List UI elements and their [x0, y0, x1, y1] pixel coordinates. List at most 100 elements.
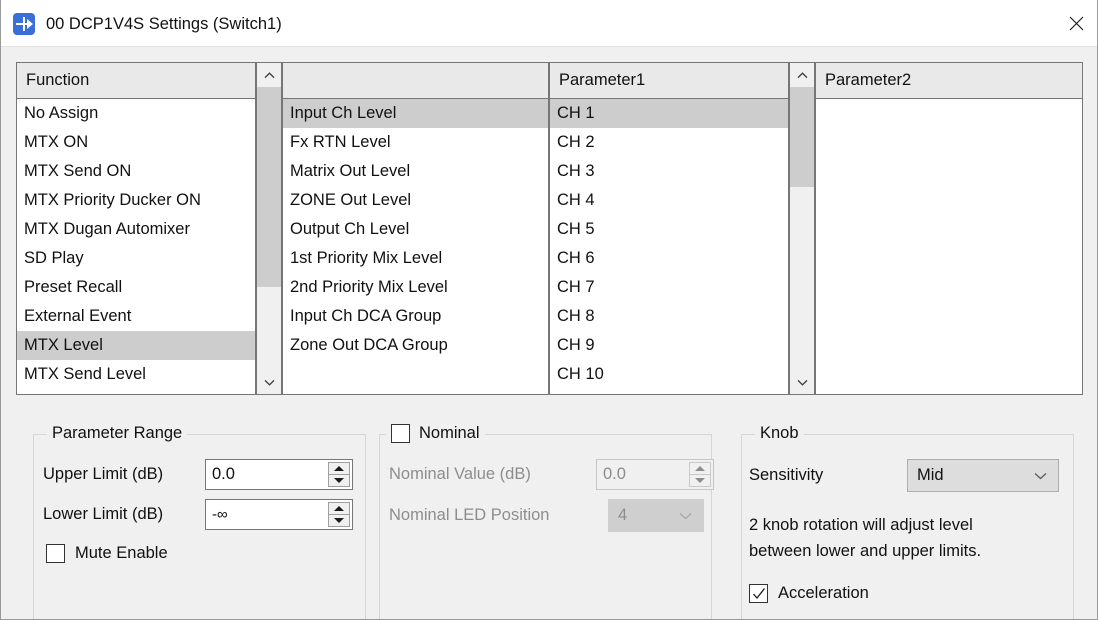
list-item[interactable]: CH 3 [550, 157, 788, 186]
lower-limit-label: Lower Limit (dB) [43, 505, 205, 524]
list-item[interactable]: CH 4 [550, 186, 788, 215]
parameter1-list-body[interactable]: CH 1CH 2CH 3CH 4CH 5CH 6CH 7CH 8CH 9CH 1… [550, 99, 788, 389]
list-item[interactable]: CH 7 [550, 273, 788, 302]
triangle-up-icon [695, 466, 705, 471]
chevron-up-icon [264, 72, 275, 79]
scroll-track[interactable] [257, 87, 281, 370]
knob-title: Knob [755, 424, 804, 443]
lower-limit-row: Lower Limit (dB) -∞ [43, 499, 353, 530]
list-item[interactable]: ZONE Out Level [283, 186, 548, 215]
mute-enable-label: Mute Enable [75, 544, 168, 563]
function-list-body[interactable]: No AssignMTX ONMTX Send ONMTX Priority D… [17, 99, 255, 389]
list-item[interactable]: CH 6 [550, 244, 788, 273]
triangle-up-icon [334, 506, 344, 511]
list-item[interactable]: Input Ch Level [283, 99, 548, 128]
list-item[interactable]: CH 10 [550, 360, 788, 389]
parameter1-list[interactable]: Parameter1 CH 1CH 2CH 3CH 4CH 5CH 6CH 7C… [549, 62, 789, 395]
nominal-led-position-select: 4 [608, 499, 704, 532]
list-item[interactable]: CH 2 [550, 128, 788, 157]
triangle-down-icon [695, 478, 705, 483]
fader-plus-icon [13, 13, 35, 35]
scroll-track[interactable] [790, 87, 814, 370]
upper-limit-stepper[interactable]: 0.0 [205, 459, 353, 490]
scroll-up-button[interactable] [257, 63, 281, 87]
list-item[interactable]: CH 9 [550, 331, 788, 360]
nominal-value-increment [689, 462, 711, 474]
parameter-range-title: Parameter Range [47, 424, 187, 443]
triangle-up-icon [334, 466, 344, 471]
mute-enable-box[interactable] [46, 544, 65, 563]
sensitivity-value: Mid [908, 466, 944, 485]
title-bar: 00 DCP1V4S Settings (Switch1) [1, 0, 1098, 47]
close-icon [1069, 16, 1084, 31]
list-item[interactable]: Output Ch Level [283, 215, 548, 244]
parameter2-list[interactable]: Parameter2 [815, 62, 1083, 395]
mute-enable-checkbox[interactable]: Mute Enable [46, 544, 168, 563]
subfunction-list-header [283, 63, 548, 99]
scroll-down-button[interactable] [257, 370, 281, 394]
list-item[interactable]: Zone Out DCA Group [283, 331, 548, 360]
knob-help-text: 2 knob rotation will adjust level betwee… [749, 512, 1049, 564]
settings-dialog: 00 DCP1V4S Settings (Switch1) Function N… [0, 0, 1098, 620]
nominal-value-row: Nominal Value (dB) 0.0 [389, 459, 714, 490]
knob-help-line1: 2 knob rotation will adjust level [749, 512, 1049, 538]
list-item[interactable]: CH 5 [550, 215, 788, 244]
list-item[interactable]: Matrix Out Level [283, 157, 548, 186]
scroll-thumb[interactable] [257, 87, 281, 287]
list-item[interactable]: Input Ch DCA Group [283, 302, 548, 331]
list-item[interactable]: 2nd Priority Mix Level [283, 273, 548, 302]
subfunction-list-body[interactable]: Input Ch LevelFx RTN LevelMatrix Out Lev… [283, 99, 548, 360]
list-item[interactable]: MTX Send Level [17, 360, 255, 389]
list-item[interactable]: MTX Send ON [17, 157, 255, 186]
check-icon [752, 587, 766, 601]
list-item[interactable]: No Assign [17, 99, 255, 128]
lower-limit-stepper[interactable]: -∞ [205, 499, 353, 530]
lower-limit-value[interactable]: -∞ [206, 506, 228, 523]
sensitivity-select[interactable]: Mid [907, 459, 1059, 492]
list-item[interactable]: 1st Priority Mix Level [283, 244, 548, 273]
nominal-value-stepper: 0.0 [596, 459, 714, 490]
upper-limit-decrement[interactable] [328, 474, 350, 487]
parameter1-list-scrollbar[interactable] [789, 62, 815, 395]
acceleration-checkbox[interactable]: Acceleration [749, 584, 869, 603]
list-item[interactable]: MTX Dugan Automixer [17, 215, 255, 244]
sensitivity-label: Sensitivity [749, 466, 907, 485]
nominal-led-position-value: 4 [609, 506, 627, 525]
list-item[interactable]: MTX Priority Ducker ON [17, 186, 255, 215]
nominal-led-position-label: Nominal LED Position [389, 506, 608, 525]
function-list[interactable]: Function No AssignMTX ONMTX Send ONMTX P… [16, 62, 256, 395]
list-item[interactable]: External Event [17, 302, 255, 331]
list-item[interactable]: SD Play [17, 244, 255, 273]
scroll-down-button[interactable] [790, 370, 814, 394]
nominal-value-decrement [689, 474, 711, 487]
list-item[interactable]: Fx RTN Level [283, 128, 548, 157]
chevron-down-icon [1034, 467, 1047, 485]
upper-limit-label: Upper Limit (dB) [43, 465, 205, 484]
function-list-header: Function [17, 63, 255, 99]
nominal-title-row: Nominal [386, 424, 485, 443]
scroll-thumb[interactable] [790, 87, 814, 187]
function-list-scrollbar[interactable] [256, 62, 282, 395]
list-item[interactable]: MTX ON [17, 128, 255, 157]
nominal-enable-checkbox[interactable] [391, 424, 410, 443]
scroll-up-button[interactable] [790, 63, 814, 87]
list-item[interactable]: CH 8 [550, 302, 788, 331]
parameter2-list-header: Parameter2 [816, 63, 1082, 99]
upper-limit-increment[interactable] [328, 462, 350, 474]
chevron-down-icon [797, 379, 808, 386]
close-button[interactable] [1053, 0, 1098, 47]
acceleration-box[interactable] [749, 584, 768, 603]
upper-limit-row: Upper Limit (dB) 0.0 [43, 459, 353, 490]
nominal-led-position-row: Nominal LED Position 4 [389, 499, 704, 532]
subfunction-list[interactable]: Input Ch LevelFx RTN LevelMatrix Out Lev… [282, 62, 549, 395]
lower-limit-increment[interactable] [328, 502, 350, 514]
nominal-value-label: Nominal Value (dB) [389, 465, 596, 484]
chevron-down-icon [679, 507, 692, 525]
list-item[interactable]: CH 1 [550, 99, 788, 128]
list-item[interactable]: Preset Recall [17, 273, 255, 302]
lower-limit-decrement[interactable] [328, 514, 350, 527]
sensitivity-row: Sensitivity Mid [749, 459, 1059, 492]
upper-limit-value[interactable]: 0.0 [206, 465, 235, 484]
window-title: 00 DCP1V4S Settings (Switch1) [46, 14, 282, 34]
list-item[interactable]: MTX Level [17, 331, 255, 360]
